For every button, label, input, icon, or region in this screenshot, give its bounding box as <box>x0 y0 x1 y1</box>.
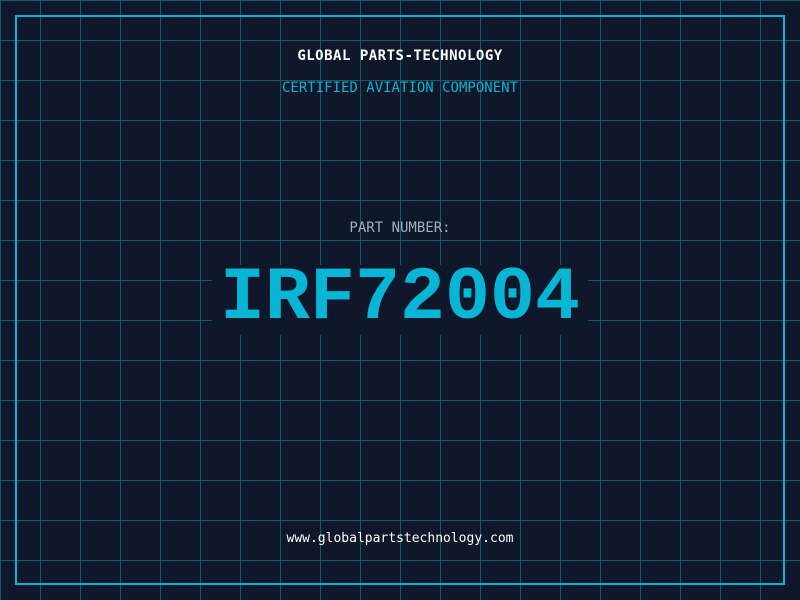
part-number: IRF72004 <box>219 256 581 341</box>
company-title: GLOBAL PARTS-TECHNOLOGY <box>297 48 503 64</box>
subtitle: CERTIFIED AVIATION COMPONENT <box>281 80 518 96</box>
part-number-label: PART NUMBER: <box>349 220 451 236</box>
website-url: www.globalpartstechnology.com <box>286 531 514 546</box>
